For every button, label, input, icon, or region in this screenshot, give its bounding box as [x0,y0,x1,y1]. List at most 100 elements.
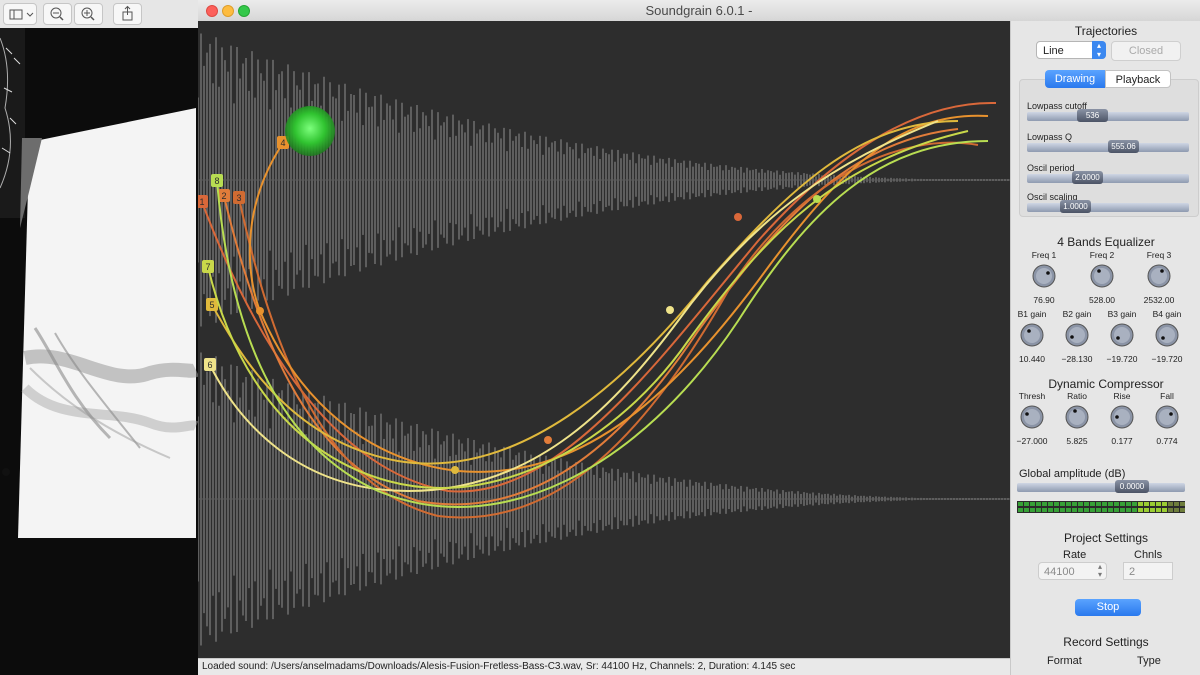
vu-segment [1090,502,1095,506]
knob-freq-1[interactable] [1031,263,1057,289]
slider-oscil-period[interactable]: 2.0000 [1027,171,1189,184]
knob-rise[interactable] [1109,404,1135,430]
trajectory-label: 4 [280,138,285,148]
zoom-in-icon [81,7,95,21]
vu-segment [1036,508,1041,512]
vu-segment [1078,502,1083,506]
stop-button[interactable]: Stop [1075,599,1141,616]
vu-segment [1150,508,1155,512]
knob-label-b2-gain: B2 gain [1062,309,1092,319]
knob-freq-3[interactable] [1146,263,1172,289]
slider-thumb[interactable]: 555.06 [1108,140,1139,153]
knob-fall[interactable] [1154,404,1180,430]
preview-toolbar [0,0,200,29]
vu-segment [1018,502,1023,506]
slider-thumb[interactable]: 0.0000 [1115,480,1149,493]
zoom-in-button[interactable] [74,3,103,25]
share-button[interactable] [113,3,142,25]
knob-b1-gain[interactable] [1019,322,1045,348]
format-label: Format [1047,655,1082,667]
slider-thumb[interactable]: 1.0000 [1060,200,1091,213]
vu-segment [1132,502,1137,506]
preview-image [0,28,200,675]
knob-ratio[interactable] [1064,404,1090,430]
soundgrain-window: Soundgrain 6.0.1 - 12345678 Loaded sound… [198,0,1200,675]
trajectory-label: 6 [207,360,212,370]
channels-field[interactable]: 2 [1123,562,1173,580]
vu-segment [1060,508,1065,512]
vu-segment [1066,502,1071,506]
vu-segment [1078,508,1083,512]
rate-select[interactable]: 44100 ▴ ▾ [1038,562,1107,580]
knob-label-freq-1: Freq 1 [1031,250,1057,260]
knob-label-freq-2: Freq 2 [1089,250,1115,260]
global-amplitude-slider[interactable]: 0.0000 [1017,480,1185,493]
trajectory-cursor[interactable] [451,466,459,474]
tab-drawing[interactable]: Drawing [1045,70,1105,88]
knob-freq-2[interactable] [1089,263,1115,289]
drawing-canvas[interactable]: 12 345678 [198,21,1010,658]
vu-segment [1168,502,1173,506]
slider-lowpass-cutoff[interactable]: 536 [1027,109,1189,122]
slider-lowpass-q[interactable]: 555.06 [1027,140,1189,153]
slider-thumb[interactable]: 2.0000 [1072,171,1103,184]
vu-segment [1102,502,1107,506]
trajectory-type-select[interactable]: Line ▴ ▾ [1036,41,1106,59]
trajectory-label: 1 [199,197,204,207]
trajectory-cursor[interactable] [256,307,264,315]
knob-label-b4-gain: B4 gain [1152,309,1182,319]
trajectory-cursor[interactable] [734,213,742,221]
trajectory-cursor[interactable] [544,436,552,444]
knob-b2-gain[interactable] [1064,322,1090,348]
vu-segment [1126,502,1131,506]
trajectories-title: Trajectories [1074,24,1138,38]
channels-label: Chnls [1134,549,1163,561]
slider-thumb[interactable]: 536 [1077,109,1108,122]
trajectory-type-value: Line [1043,45,1064,57]
sidebar-toggle-button[interactable] [3,3,37,25]
knob-b4-gain[interactable] [1154,322,1180,348]
knob-b3-gain[interactable] [1109,322,1135,348]
vu-segment [1018,508,1023,512]
vu-segment [1054,508,1059,512]
vu-segment [1096,502,1101,506]
knob-value-b4-gain: −19.720 [1151,354,1183,364]
slider-label-lowpass-q: Lowpass Q [1027,132,1073,142]
vu-segment [1180,502,1185,506]
granulator-grain-marker[interactable] [285,106,335,156]
vu-segment [1042,508,1047,512]
knob-label-ratio: Ratio [1067,391,1087,401]
vu-segment [1108,502,1113,506]
rate-value: 44100 [1044,566,1075,578]
knob-label-freq-3: Freq 3 [1146,250,1172,260]
vu-segment [1138,502,1143,506]
knob-label-thresh: Thresh [1018,391,1046,401]
vu-segment [1144,502,1149,506]
knob-thresh[interactable] [1019,404,1045,430]
vu-segment [1138,508,1143,512]
sidebar-icon [9,9,34,20]
share-icon [122,5,133,21]
vu-segment [1168,508,1173,512]
vu-segment [1024,502,1029,506]
knob-value-freq-3: 2532.00 [1143,295,1175,305]
project-settings-title: Project Settings [1063,531,1149,545]
vu-segment [1072,508,1077,512]
vu-segment [1054,502,1059,506]
trajectory-cursor[interactable] [666,306,674,314]
vu-segment [1036,502,1041,506]
knob-label-b1-gain: B1 gain [1017,309,1047,319]
global-amplitude-label: Global amplitude (dB) [1019,468,1126,480]
vu-segment [1162,508,1167,512]
tab-playback[interactable]: Playback [1105,70,1171,88]
knob-label-fall: Fall [1160,391,1174,401]
vu-segment [1114,502,1119,506]
vu-segment [1084,508,1089,512]
trajectory-cursor[interactable] [813,195,821,203]
vu-segment [1024,508,1029,512]
vu-segment [1174,508,1179,512]
vu-segment [1126,508,1131,512]
slider-oscil-scaling[interactable]: 1.0000 [1027,200,1189,213]
closed-button[interactable]: Closed [1111,41,1181,61]
zoom-out-button[interactable] [43,3,72,25]
